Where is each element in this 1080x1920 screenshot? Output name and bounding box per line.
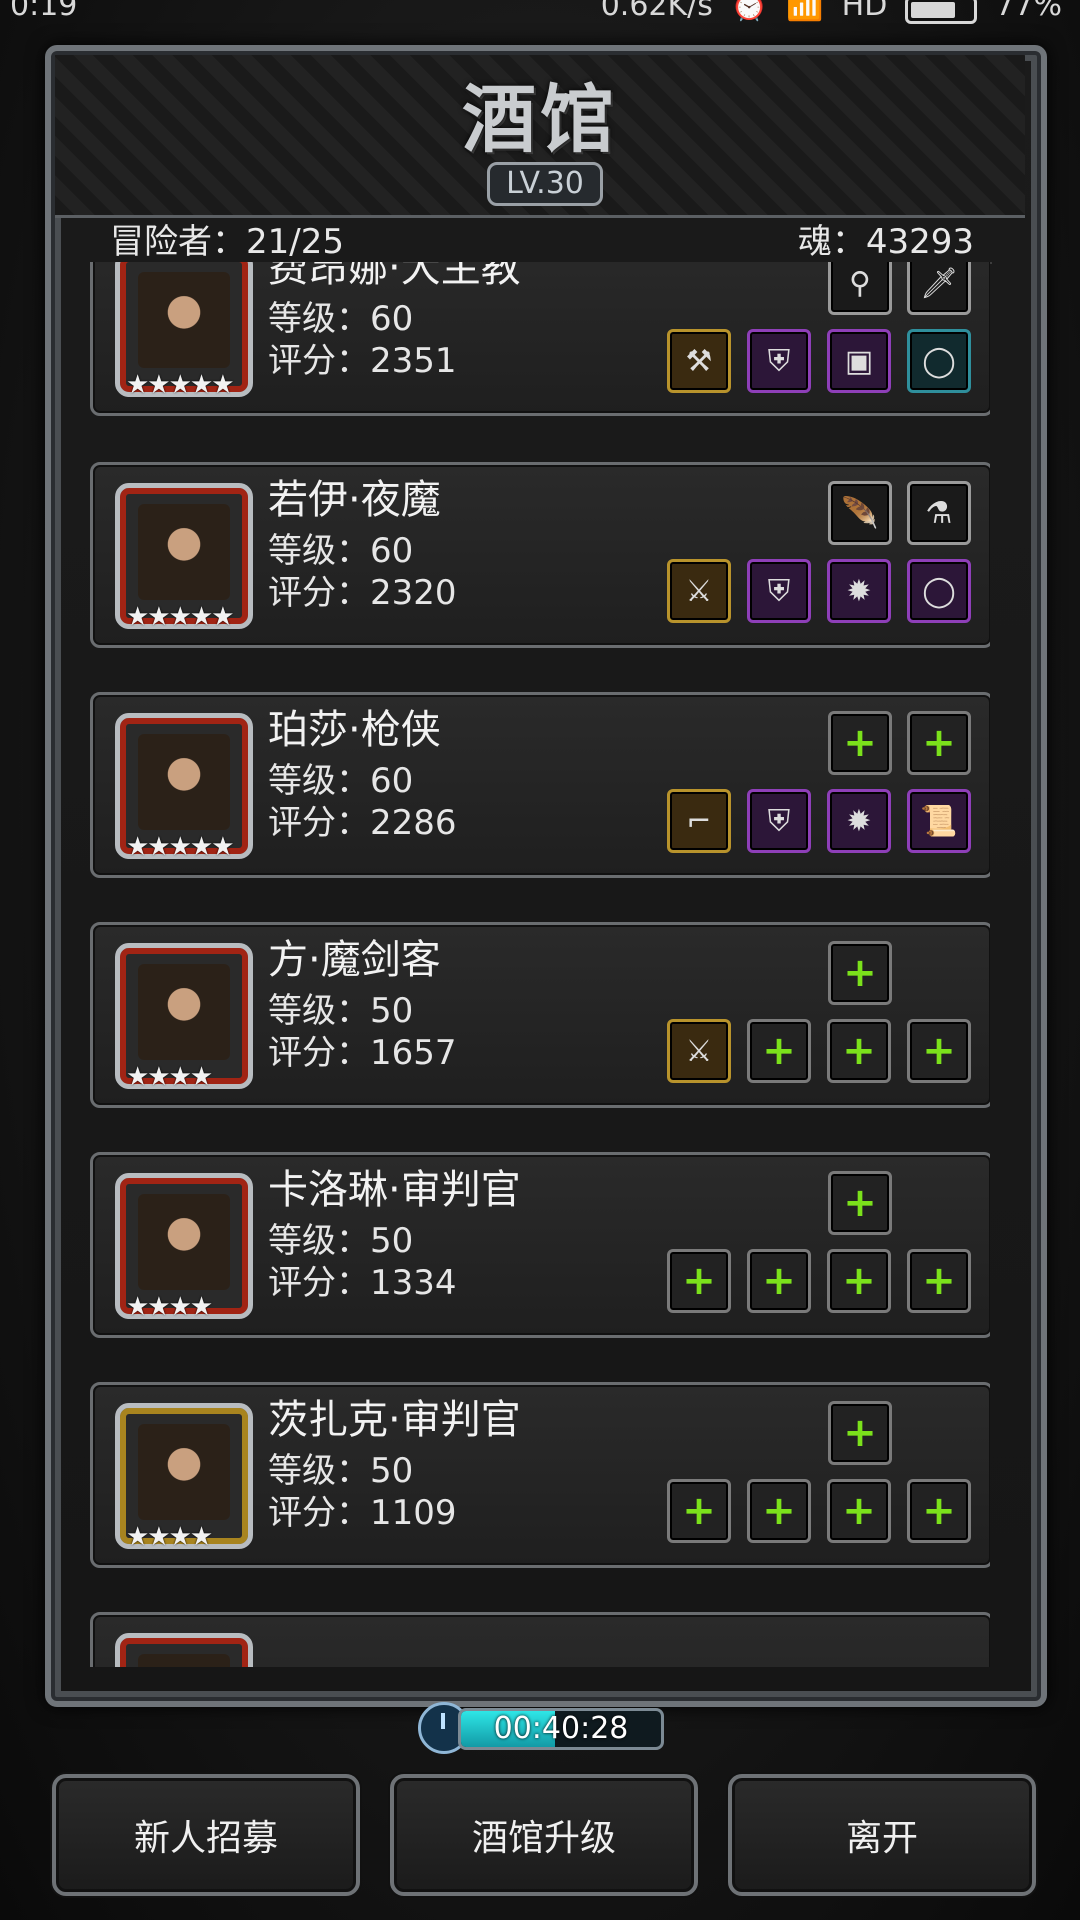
adventurer-portrait[interactable]: ★★★★★ [115, 483, 253, 632]
hd-indicator: HD [841, 0, 888, 23]
portrait-image [138, 734, 230, 830]
star-rating: ★★★★★ [126, 832, 235, 862]
page-title: 酒馆 [462, 77, 618, 163]
add-accessory-button[interactable]: + [907, 711, 971, 775]
star-rating: ★★★★★ [126, 602, 235, 632]
star-rating: ★★★★ [126, 1062, 213, 1092]
ring-icon[interactable]: ◯ [907, 329, 971, 393]
portrait-image [138, 272, 230, 368]
adventurer-card[interactable]: ★★★★ 卡洛琳·审判官 等级：50 评分：1334 + + + + + [90, 1152, 990, 1338]
add-equipment-button[interactable]: + [747, 1019, 811, 1083]
adventurer-score: 评分：1109 [268, 1493, 457, 1533]
adventurer-portrait[interactable]: ★★★★★ [115, 262, 253, 400]
adventurer-card[interactable]: ★★★★ 茨扎克·审判官 等级：50 评分：1109 + + + + + [90, 1382, 990, 1568]
scroll-icon[interactable]: 📜 [907, 789, 971, 853]
timer-text: 00:40:28 [493, 1711, 629, 1746]
barrel-icon[interactable]: ▣ [827, 329, 891, 393]
tavern-level-badge: LV.30 [487, 162, 603, 206]
portrait-image [138, 1654, 230, 1667]
recruit-timer: 00:40:28 [418, 1702, 664, 1754]
add-equipment-button[interactable]: + [747, 1249, 811, 1313]
star-rating: ★★★★★ [126, 370, 235, 400]
adventurer-card[interactable] [90, 1612, 990, 1667]
status-bar: 0:19 0.62K/s ⏰ 📶 HD 77% [0, 0, 1080, 36]
alarm-icon: ⏰ [730, 0, 769, 23]
network-speed: 0.62K/s [600, 0, 713, 23]
adventurer-card[interactable]: ★★★★★ 珀莎·枪侠 等级：60 评分：2286 + + ⌐ ⛨ ✹ 📜 [90, 692, 990, 878]
adventurer-score: 评分：2351 [268, 341, 457, 381]
recruit-button[interactable]: 新人招募 [52, 1774, 360, 1896]
status-time: 0:19 [10, 0, 78, 23]
add-accessory-button[interactable]: + [828, 1171, 892, 1235]
adventurer-list[interactable]: ★★★★★ 费昂娜·大主教 等级：60 评分：2351 ⚲ 🗡 ⚒ ⛨ ▣ ◯ … [90, 262, 990, 1667]
amulet-icon[interactable]: ✹ [827, 789, 891, 853]
sword-icon[interactable]: ⚔ [667, 1019, 731, 1083]
upgrade-tavern-button[interactable]: 酒馆升级 [390, 1774, 698, 1896]
add-equipment-button[interactable]: + [907, 1249, 971, 1313]
amulet-icon[interactable]: ✹ [827, 559, 891, 623]
adventurer-portrait[interactable]: ★★★★ [115, 1173, 253, 1322]
adventurer-score: 评分：2320 [268, 573, 457, 613]
adventurer-portrait[interactable]: ★★★★ [115, 943, 253, 1092]
armor-icon[interactable]: ⛨ [747, 789, 811, 853]
soul-count: 魂：43293 [797, 222, 974, 262]
add-equipment-button[interactable]: + [667, 1479, 731, 1543]
adventurer-score: 评分：1657 [268, 1033, 457, 1073]
necklace-icon[interactable]: ⚲ [828, 262, 892, 315]
add-equipment-button[interactable]: + [827, 1249, 891, 1313]
adventurer-portrait[interactable]: ★★★★★ [115, 713, 253, 862]
info-row: 冒险者：21/25 魂：43293 [92, 210, 992, 262]
sword-icon[interactable]: ⚔ [667, 559, 731, 623]
potion-icon[interactable]: ⚗ [907, 481, 971, 545]
add-accessory-button[interactable]: + [828, 941, 892, 1005]
adventurer-score: 评分：2286 [268, 803, 457, 843]
feather-icon[interactable]: 🪶 [828, 481, 892, 545]
add-equipment-button[interactable]: + [747, 1479, 811, 1543]
add-equipment-button[interactable]: + [667, 1249, 731, 1313]
dagger-icon[interactable]: 🗡 [907, 262, 971, 315]
add-accessory-button[interactable]: + [828, 1401, 892, 1465]
star-rating: ★★★★ [126, 1292, 213, 1322]
adventurer-card[interactable]: ★★★★★ 若伊·夜魔 等级：60 评分：2320 🪶 ⚗ ⚔ ⛨ ✹ ◯ [90, 462, 990, 648]
adventurer-portrait[interactable]: ★★★★ [115, 1403, 253, 1552]
timer-bar: 00:40:28 [458, 1708, 664, 1750]
battery-icon [905, 0, 978, 24]
adventurer-name: 若伊·夜魔 [268, 477, 441, 523]
status-right: 0.62K/s ⏰ 📶 HD 77% [600, 0, 1062, 24]
add-equipment-button[interactable]: + [827, 1479, 891, 1543]
armor-icon[interactable]: ⛨ [747, 559, 811, 623]
adventurer-name: 茨扎克·审判官 [268, 1397, 521, 1443]
gun-icon[interactable]: ⌐ [667, 789, 731, 853]
portrait-image [138, 504, 230, 600]
ring-icon[interactable]: ◯ [907, 559, 971, 623]
add-equipment-button[interactable]: + [907, 1479, 971, 1543]
leave-button[interactable]: 离开 [728, 1774, 1036, 1896]
portrait-image [138, 1424, 230, 1520]
star-rating: ★★★★ [126, 1522, 213, 1552]
adventurer-name: 费昂娜·大主教 [268, 262, 521, 291]
battery-percent: 77% [995, 0, 1062, 23]
adventurer-name: 方·魔剑客 [268, 937, 441, 983]
wifi-icon: 📶 [786, 0, 824, 23]
add-equipment-button[interactable]: + [907, 1019, 971, 1083]
add-equipment-button[interactable]: + [827, 1019, 891, 1083]
adventurer-portrait[interactable] [115, 1633, 253, 1667]
adventurer-card[interactable]: ★★★★ 方·魔剑客 等级：50 评分：1657 + ⚔ + + + [90, 922, 990, 1108]
axe-icon[interactable]: ⚒ [667, 329, 731, 393]
add-accessory-button[interactable]: + [828, 711, 892, 775]
portrait-image [138, 964, 230, 1060]
adventurer-score: 评分：1334 [268, 1263, 457, 1303]
adventurer-name: 珀莎·枪侠 [268, 707, 441, 753]
armor-icon[interactable]: ⛨ [747, 329, 811, 393]
adventurer-name: 卡洛琳·审判官 [268, 1167, 521, 1213]
portrait-image [138, 1194, 230, 1290]
adventurer-count: 冒险者：21/25 [110, 222, 344, 262]
adventurer-card[interactable]: ★★★★★ 费昂娜·大主教 等级：60 评分：2351 ⚲ 🗡 ⚒ ⛨ ▣ ◯ [90, 262, 990, 416]
